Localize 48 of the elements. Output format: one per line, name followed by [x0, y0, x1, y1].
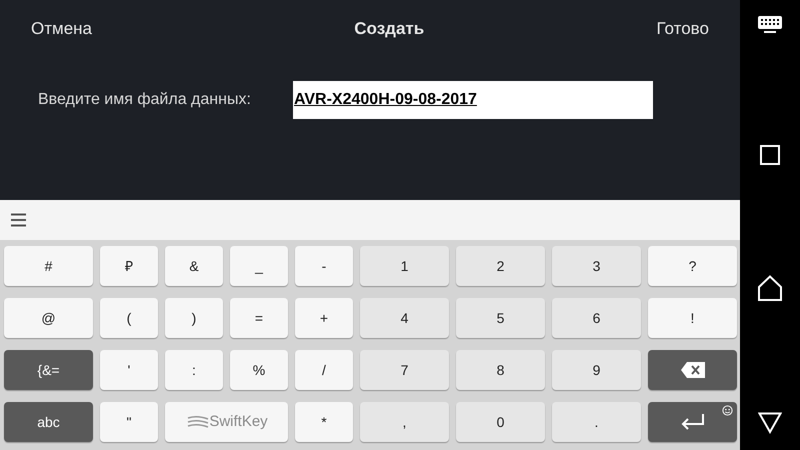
key[interactable]: ( [100, 298, 158, 338]
key[interactable]: + [295, 298, 353, 338]
key[interactable]: 3 [552, 246, 641, 286]
key[interactable]: 0 [456, 402, 545, 442]
key[interactable]: - [295, 246, 353, 286]
key[interactable]: ) [165, 298, 223, 338]
swoosh-icon [187, 415, 209, 429]
key[interactable]: # [4, 246, 93, 286]
filename-field[interactable]: AVR-X2400H-09-08-2017 [293, 81, 653, 119]
recents-icon[interactable] [760, 144, 780, 165]
key[interactable]: , [360, 402, 449, 442]
menu-icon[interactable] [11, 213, 26, 227]
key[interactable]: & [165, 246, 223, 286]
key[interactable]: ! [648, 298, 737, 338]
key[interactable]: % [230, 350, 288, 390]
key[interactable]: abc [4, 402, 93, 442]
key[interactable]: 8 [456, 350, 545, 390]
key[interactable]: * [295, 402, 353, 442]
key[interactable]: ' [100, 350, 158, 390]
key[interactable]: {&= [4, 350, 93, 390]
key[interactable]: _ [230, 246, 288, 286]
key[interactable]: = [230, 298, 288, 338]
field-label: Введите имя файла данных: [38, 90, 252, 110]
key[interactable]: 5 [456, 298, 545, 338]
keyboard-icon[interactable] [758, 16, 782, 34]
key[interactable]: @ [4, 298, 93, 338]
smiley-icon [722, 405, 733, 416]
backspace-key[interactable] [648, 350, 737, 390]
key[interactable]: 1 [360, 246, 449, 286]
enter-key[interactable] [648, 402, 737, 442]
key[interactable]: 6 [552, 298, 641, 338]
back-icon[interactable] [758, 412, 782, 434]
key[interactable]: / [295, 350, 353, 390]
home-icon[interactable] [757, 275, 783, 302]
key[interactable]: 2 [456, 246, 545, 286]
done-button[interactable]: Готово [656, 16, 709, 42]
key[interactable]: : [165, 350, 223, 390]
key[interactable]: 9 [552, 350, 641, 390]
key[interactable]: 7 [360, 350, 449, 390]
key[interactable]: " [100, 402, 158, 442]
key[interactable]: ₽ [100, 246, 158, 286]
key[interactable]: 4 [360, 298, 449, 338]
cancel-button[interactable]: Отмена [31, 16, 92, 42]
key[interactable]: . [552, 402, 641, 442]
enter-icon [680, 413, 706, 431]
backspace-icon [680, 361, 706, 379]
dialog-title: Создать [353, 18, 424, 40]
key[interactable]: ? [648, 246, 737, 286]
